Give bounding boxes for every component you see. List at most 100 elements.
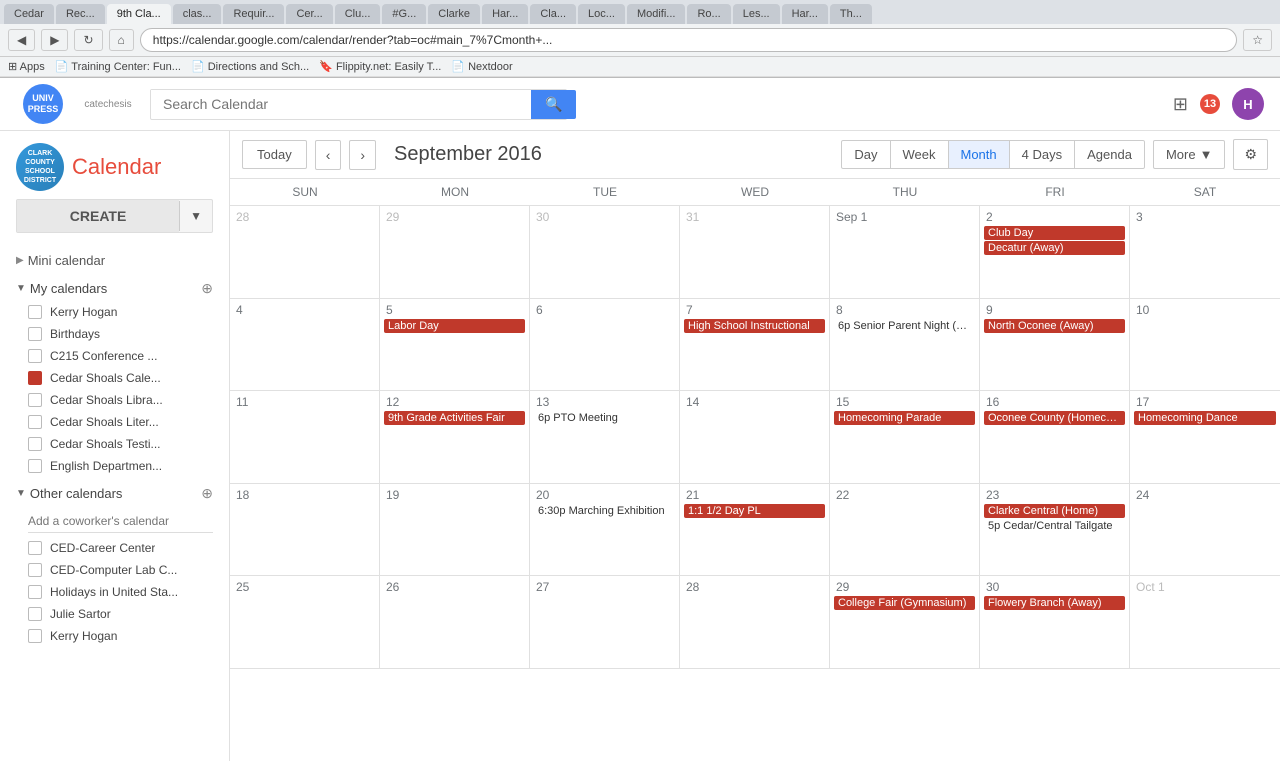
cell-sep15[interactable]: 15 Homecoming Parade [830,391,980,483]
other-calendars-settings-icon[interactable]: ⊕ [201,485,213,502]
coworker-input[interactable] [28,510,213,533]
tab-active[interactable]: 9th Cla... [107,4,171,24]
cell-sep23[interactable]: 23 Clarke Central (Home) 5p Cedar/Centra… [980,484,1130,576]
cal-checkbox-julie[interactable] [28,607,42,621]
bookmark-apps[interactable]: ⊞ Apps [8,60,45,73]
cell-sep20[interactable]: 20 6:30p Marching Exhibition [530,484,680,576]
event-clarke-central[interactable]: Clarke Central (Home) [984,504,1125,518]
back-button[interactable]: ◀ [8,29,35,51]
tab-modifi[interactable]: Modifi... [627,4,686,24]
settings-button[interactable]: ⚙ [1233,139,1268,170]
event-9th-grade[interactable]: 9th Grade Activities Fair [384,411,525,425]
url-bar[interactable] [140,28,1237,52]
cell-sep1[interactable]: Sep 1 [830,206,980,298]
cal-checkbox-birthdays[interactable] [28,327,42,341]
cell-sep22[interactable]: 22 [830,484,980,576]
cell-sep24[interactable]: 24 [1130,484,1280,576]
cell-sep21[interactable]: 21 1:1 1/2 Day PL [680,484,830,576]
event-labor-day[interactable]: Labor Day [384,319,525,333]
cell-sep18[interactable]: 18 [230,484,380,576]
grid-icon[interactable]: ⊞ [1173,94,1188,115]
cell-oct1[interactable]: Oct 1 [1130,576,1280,668]
cal-item-ced-career[interactable]: CED-Career Center [8,537,221,559]
cal-checkbox-ced-career[interactable] [28,541,42,555]
cal-checkbox-ced-computer[interactable] [28,563,42,577]
tab-cla2[interactable]: Cla... [530,4,576,24]
today-button[interactable]: Today [242,140,307,169]
cell-sep27[interactable]: 27 [530,576,680,668]
my-calendars-settings-icon[interactable]: ⊕ [201,280,213,297]
view-agenda-button[interactable]: Agenda [1074,140,1145,169]
cell-sep14[interactable]: 14 [680,391,830,483]
tab-loc[interactable]: Loc... [578,4,625,24]
cal-item-kerry-hogan[interactable]: Kerry Hogan [8,301,221,323]
tab-clu[interactable]: Clu... [335,4,381,24]
event-oconee-county[interactable]: Oconee County (Homeco... [984,411,1125,425]
cal-item-cedar-testi[interactable]: Cedar Shoals Testi... [8,433,221,455]
event-decatur[interactable]: Decatur (Away) [984,241,1125,255]
cal-item-birthdays[interactable]: Birthdays [8,323,221,345]
view-4days-button[interactable]: 4 Days [1009,140,1074,169]
tab-g[interactable]: #G... [382,4,426,24]
cal-checkbox-cedar-liter[interactable] [28,415,42,429]
forward-button[interactable]: ▶ [41,29,68,51]
tab-har2[interactable]: Har... [782,4,828,24]
cal-item-kerry-hogan2[interactable]: Kerry Hogan [8,625,221,647]
view-month-button[interactable]: Month [948,140,1009,169]
cell-sep7[interactable]: 7 High School Instructional [680,299,830,391]
cell-sep17[interactable]: 17 Homecoming Dance [1130,391,1280,483]
cal-checkbox-kerry-hogan2[interactable] [28,629,42,643]
event-hs-instructional[interactable]: High School Instructional [684,319,825,333]
cal-item-ced-computer[interactable]: CED-Computer Lab C... [8,559,221,581]
event-homecoming-dance[interactable]: Homecoming Dance [1134,411,1276,425]
event-college-fair[interactable]: College Fair (Gymnasium) [834,596,975,610]
bookmark-button[interactable]: ☆ [1243,29,1272,51]
cell-sep4[interactable]: 4 [230,299,380,391]
cal-item-holidays[interactable]: Holidays in United Sta... [8,581,221,603]
cell-sep12[interactable]: 12 9th Grade Activities Fair [380,391,530,483]
cell-sep3[interactable]: 3 [1130,206,1280,298]
event-flowery-branch[interactable]: Flowery Branch (Away) [984,596,1125,610]
cell-aug29[interactable]: 29 [380,206,530,298]
event-club-day[interactable]: Club Day [984,226,1125,240]
my-calendars-section[interactable]: ▼ My calendars ⊕ [8,272,221,301]
notification-badge[interactable]: 13 [1200,94,1220,114]
tab-clas[interactable]: clas... [173,4,222,24]
cell-aug30[interactable]: 30 [530,206,680,298]
event-senior-parent[interactable]: 6p Senior Parent Night (The... [834,319,975,333]
cell-sep11[interactable]: 11 [230,391,380,483]
view-day-button[interactable]: Day [841,140,889,169]
bookmark-flippity[interactable]: 🔖 Flippity.net: Easily T... [319,60,441,73]
cell-sep19[interactable]: 19 [380,484,530,576]
cell-sep9[interactable]: 9 North Oconee (Away) [980,299,1130,391]
reload-button[interactable]: ↻ [74,29,102,51]
tab-rec[interactable]: Rec... [56,4,105,24]
bookmark-nextdoor[interactable]: 📄 Nextdoor [451,60,512,73]
prev-button[interactable]: ‹ [315,140,342,170]
home-button[interactable]: ⌂ [109,29,134,51]
cell-sep26[interactable]: 26 [380,576,530,668]
cal-item-cedar-liter[interactable]: Cedar Shoals Liter... [8,411,221,433]
cal-checkbox-holidays[interactable] [28,585,42,599]
cell-sep16[interactable]: 16 Oconee County (Homeco... [980,391,1130,483]
cal-checkbox-english[interactable] [28,459,42,473]
search-button[interactable]: 🔍 [531,90,576,119]
cal-checkbox-c215[interactable] [28,349,42,363]
cal-item-c215[interactable]: C215 Conference ... [8,345,221,367]
cell-sep6[interactable]: 6 [530,299,680,391]
cal-checkbox-cedar-testi[interactable] [28,437,42,451]
cal-item-cedar-libra[interactable]: Cedar Shoals Libra... [8,389,221,411]
more-button[interactable]: More ▼ [1153,140,1226,169]
search-input[interactable] [151,90,531,118]
cell-aug31[interactable]: 31 [680,206,830,298]
other-calendars-section[interactable]: ▼ Other calendars ⊕ [8,477,221,506]
avatar[interactable]: H [1232,88,1264,120]
cell-aug28[interactable]: 28 [230,206,380,298]
cal-checkbox-kerry-hogan[interactable] [28,305,42,319]
cell-sep8[interactable]: 8 6p Senior Parent Night (The... [830,299,980,391]
view-week-button[interactable]: Week [890,140,948,169]
cell-sep10[interactable]: 10 [1130,299,1280,391]
event-tailgate[interactable]: 5p Cedar/Central Tailgate [984,519,1125,533]
cell-sep13[interactable]: 13 6p PTO Meeting [530,391,680,483]
cal-checkbox-cedar-libra[interactable] [28,393,42,407]
